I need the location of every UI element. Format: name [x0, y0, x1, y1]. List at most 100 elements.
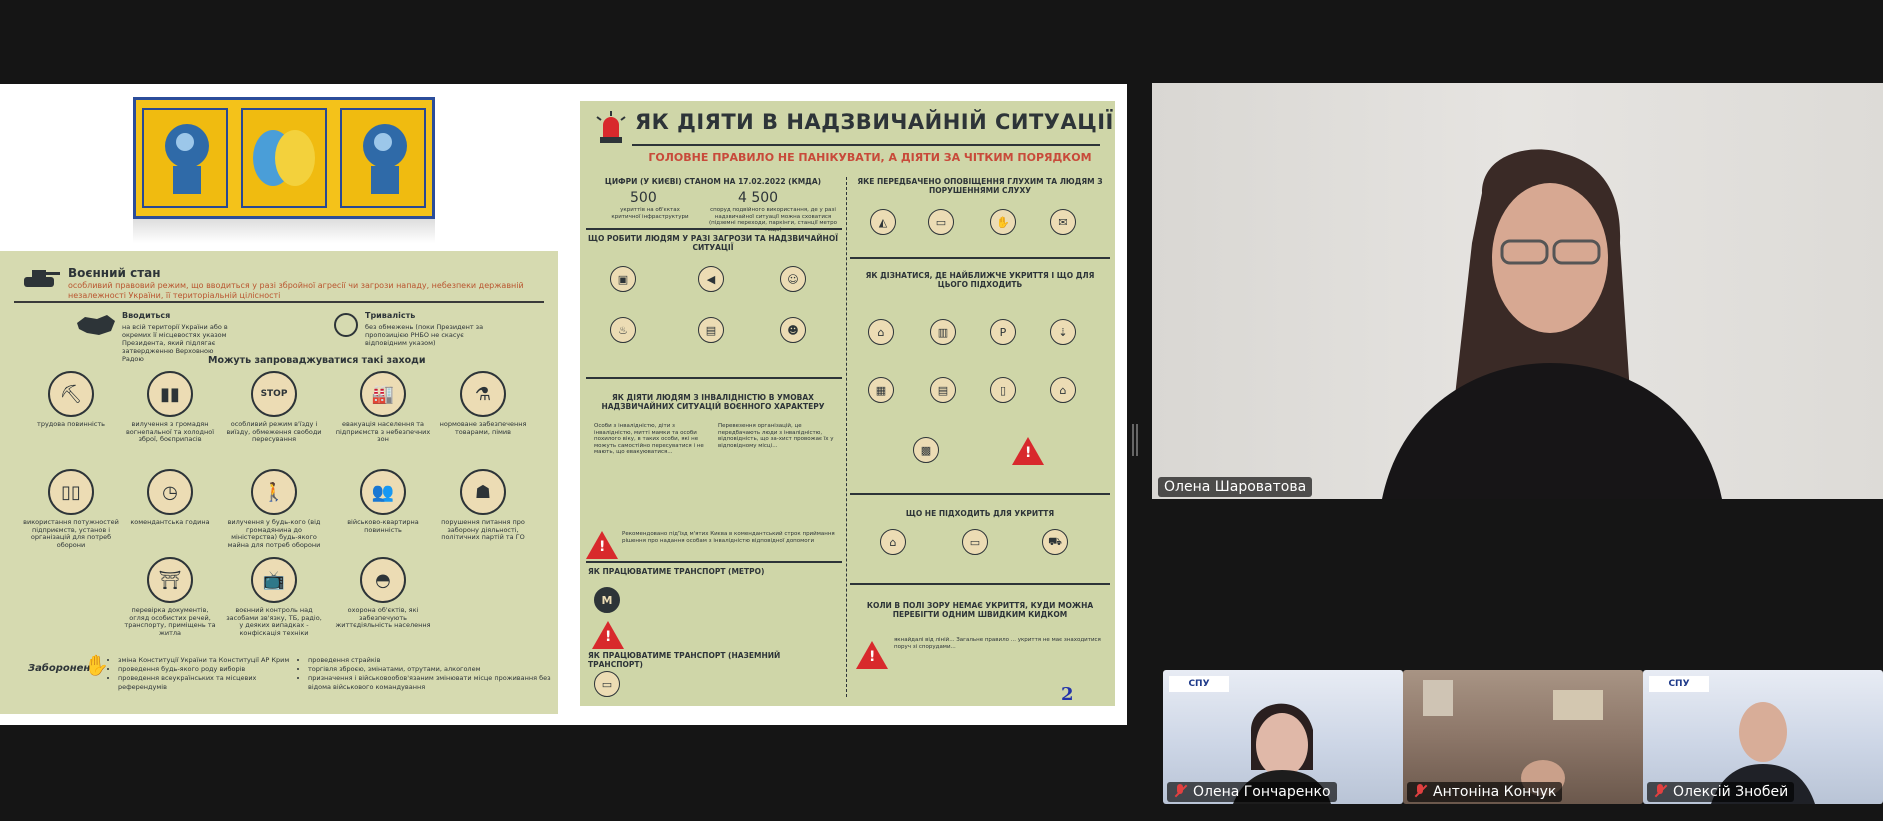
- no-shelter-section-title: КОЛИ В ПОЛІ ЗОРУ НЕМАЄ УКРИТТЯ, КУДИ МОЖ…: [866, 601, 1094, 619]
- measures-heading: Можуть запроваджуватися такі заходи: [208, 355, 426, 366]
- participant-name-tag: Олена Гончаренко: [1167, 782, 1337, 802]
- speaker-name-tag: Олена Шароватова: [1158, 477, 1313, 497]
- warning-icon: !: [592, 621, 624, 649]
- participant-name-tag: Антоніна Кончук: [1407, 782, 1563, 802]
- emergency-guide-panel: ЯК ДІЯТИ В НАДЗВИЧАЙНІЙ СИТУАЦІЇ ГОЛОВНЕ…: [580, 101, 1115, 706]
- tank-icon: [18, 265, 60, 291]
- figure-500-text: укриттів на об'єктах критичної інфрастру…: [611, 207, 689, 220]
- helmet-icon: ◓: [360, 557, 406, 603]
- warning-text: Рекомендовано під'їзд м'ятих Києва в ком…: [622, 531, 835, 544]
- forbidden-list-2: проведення страйків торгівля зброєю, змі…: [300, 656, 558, 692]
- divider: [850, 583, 1110, 585]
- divider: [586, 377, 842, 379]
- martial-law-definition: особливий правовий режим, що вводиться у…: [68, 281, 524, 300]
- participant-name-tag: Олексій Знобей: [1647, 782, 1795, 802]
- scanner-icon: ⛩: [147, 557, 193, 603]
- participant-tile[interactable]: СПУ Олена Гончаренко: [1163, 670, 1403, 804]
- megaphone-icon: ◀: [698, 266, 724, 292]
- measure-label: вилучення з громадян вогнепальної та хол…: [125, 420, 215, 443]
- measure-label: охорона об'єктів, які забезпечують життє…: [335, 606, 431, 629]
- participant-tile[interactable]: Антоніна Кончук: [1403, 670, 1643, 804]
- warning-icon: !: [1012, 437, 1044, 465]
- threat-section-title: ЩО РОБИТИ ЛЮДЯМ У РАЗІ ЗАГРОЗИ ТА НАДЗВИ…: [588, 234, 838, 252]
- forbidden-item: зміна Конституції України та Конституції…: [118, 656, 298, 665]
- shelter-icon: ⌂: [1050, 377, 1076, 403]
- fire-icon: ♨: [610, 317, 636, 343]
- house-icon: ⌂: [880, 529, 906, 555]
- page-number: 2: [1061, 684, 1074, 705]
- disability-text-1: Особи з інвалідністю, діти з інвалідніст…: [594, 423, 704, 455]
- disability-section-title: ЯК ДІЯТИ ЛЮДЯМ З ІНВАЛІДНІСТЮ В УМОВАХ Н…: [601, 393, 825, 411]
- garage-icon: ▥: [930, 319, 956, 345]
- measure-label: використання потужностей підприємств, ус…: [23, 518, 119, 549]
- ukraine-map-icon: [75, 313, 117, 343]
- measure-label: нормоване забезпечення товарами, пімив: [439, 420, 527, 436]
- divider: [586, 228, 842, 230]
- sewer-icon: ▩: [913, 437, 939, 463]
- subway-icon: ▦: [868, 377, 894, 403]
- factory-icon: 🏭: [360, 371, 406, 417]
- ammo-icon: ▮▮: [147, 371, 193, 417]
- siren-icon: [592, 109, 630, 151]
- figure-4500: 4 500: [738, 190, 779, 206]
- metro-section-title: ЯК ПРАЦЮВАТИМЕ ТРАНСПОРТ (МЕТРО): [588, 567, 765, 576]
- martial-law-title: Воєнний стан: [68, 266, 161, 280]
- forbidden-list-1: зміна Конституції України та Конституції…: [110, 656, 298, 692]
- resize-handle[interactable]: [1132, 424, 1138, 456]
- mail-icon: ✉: [1050, 209, 1076, 235]
- building-icon: ▤: [930, 377, 956, 403]
- image-reflection: [133, 219, 435, 243]
- speaker-silhouette: [1382, 149, 1722, 499]
- shelter-section-title: ЯК ДІЗНАТИСЯ, ДЕ НАЙБЛИЖЧЕ УКРИТТЯ І ЩО …: [865, 271, 1095, 289]
- duration-title: Триваліcть: [365, 311, 416, 320]
- no-shelter-text: якнайдалі від ліній... Загальне правило …: [894, 637, 1101, 650]
- martial-law-panel: Воєнний стан особливий правовий режим, щ…: [0, 251, 558, 714]
- measure-label: перевірка документів, огляд особистих ре…: [124, 606, 216, 637]
- bus-icon: ▭: [962, 529, 988, 555]
- participant-tile[interactable]: СПУ Олексій Знобей: [1643, 670, 1883, 804]
- forbidden-item: проведення всеукраїнських та місцевих ре…: [118, 674, 298, 692]
- people-icon: 👥: [360, 469, 406, 515]
- mic-muted-icon: [1653, 784, 1667, 798]
- forbidden-item: призначення і військовообов'язаним зміню…: [308, 674, 558, 692]
- figures-heading: ЦИФРИ (У КИЄВІ) СТАНОМ НА 17.02.2022 (КМ…: [604, 177, 822, 186]
- mover-icon: 🚶: [251, 469, 297, 515]
- child-icon: ☻: [780, 317, 806, 343]
- underpass-icon: ⇣: [1050, 319, 1076, 345]
- crowd-icon: ☗: [460, 469, 506, 515]
- forbidden-item: торгівля зброєю, змінатами, отрутами, ал…: [308, 665, 558, 674]
- emergency-title: ЯК ДІЯТИ В НАДЗВИЧАЙНІЙ СИТУАЦІЇ: [635, 110, 1114, 134]
- measure-label: трудова повинність: [37, 420, 105, 428]
- measure-label: особливий режим в'їзду і виїзду, обмежен…: [226, 420, 322, 443]
- measure-label: військово-квартирна повинність: [347, 518, 419, 534]
- main-speaker-video[interactable]: Олена Шароватова: [1152, 83, 1883, 499]
- radio-icon: ▣: [610, 266, 636, 292]
- head-storm-icon: [142, 108, 229, 208]
- alarm-icon: ◭: [870, 209, 896, 235]
- head-heart-icon: [339, 108, 426, 208]
- forbidden-item: проведення будь-якого роду виборів: [118, 665, 298, 674]
- emergency-subtitle: ГОЛОВНЕ ПРАВИЛО НЕ ПАНІКУВАТИ, А ДІЯТИ З…: [648, 151, 1092, 164]
- warning-icon: !: [586, 531, 618, 559]
- divider: [632, 144, 1100, 146]
- gas-cylinder-icon: ▯▯: [48, 469, 94, 515]
- measure-label: евакуація населення та підприємств з неб…: [335, 420, 431, 443]
- subtitles-icon: ▭: [928, 209, 954, 235]
- brain-illustration-image: [133, 97, 435, 219]
- stop-sign-icon: STOP: [251, 371, 297, 417]
- measure-label: воєнний контроль над засобами зв'язку, Т…: [226, 606, 322, 637]
- timer-icon: [334, 313, 358, 337]
- mic-muted-icon: [1413, 784, 1427, 798]
- person-icon: ☺: [780, 266, 806, 292]
- sign-language-icon: ✋: [990, 209, 1016, 235]
- ground-transport-title: ЯК ПРАЦЮВАТИМЕ ТРАНСПОРТ (НАЗЕМНИЙ ТРАНС…: [588, 651, 781, 669]
- bus-icon: ▭: [594, 671, 620, 697]
- shovel-icon: ⛏: [48, 371, 94, 417]
- brain-icon: [240, 108, 327, 208]
- duration-text: без обмежень (поки Президент за пропозиц…: [365, 323, 484, 347]
- bag-icon: ⚗: [460, 371, 506, 417]
- divider: [586, 561, 842, 563]
- backpack-icon: ▤: [698, 317, 724, 343]
- metro-icon: M: [594, 587, 620, 613]
- column-divider: [846, 177, 847, 697]
